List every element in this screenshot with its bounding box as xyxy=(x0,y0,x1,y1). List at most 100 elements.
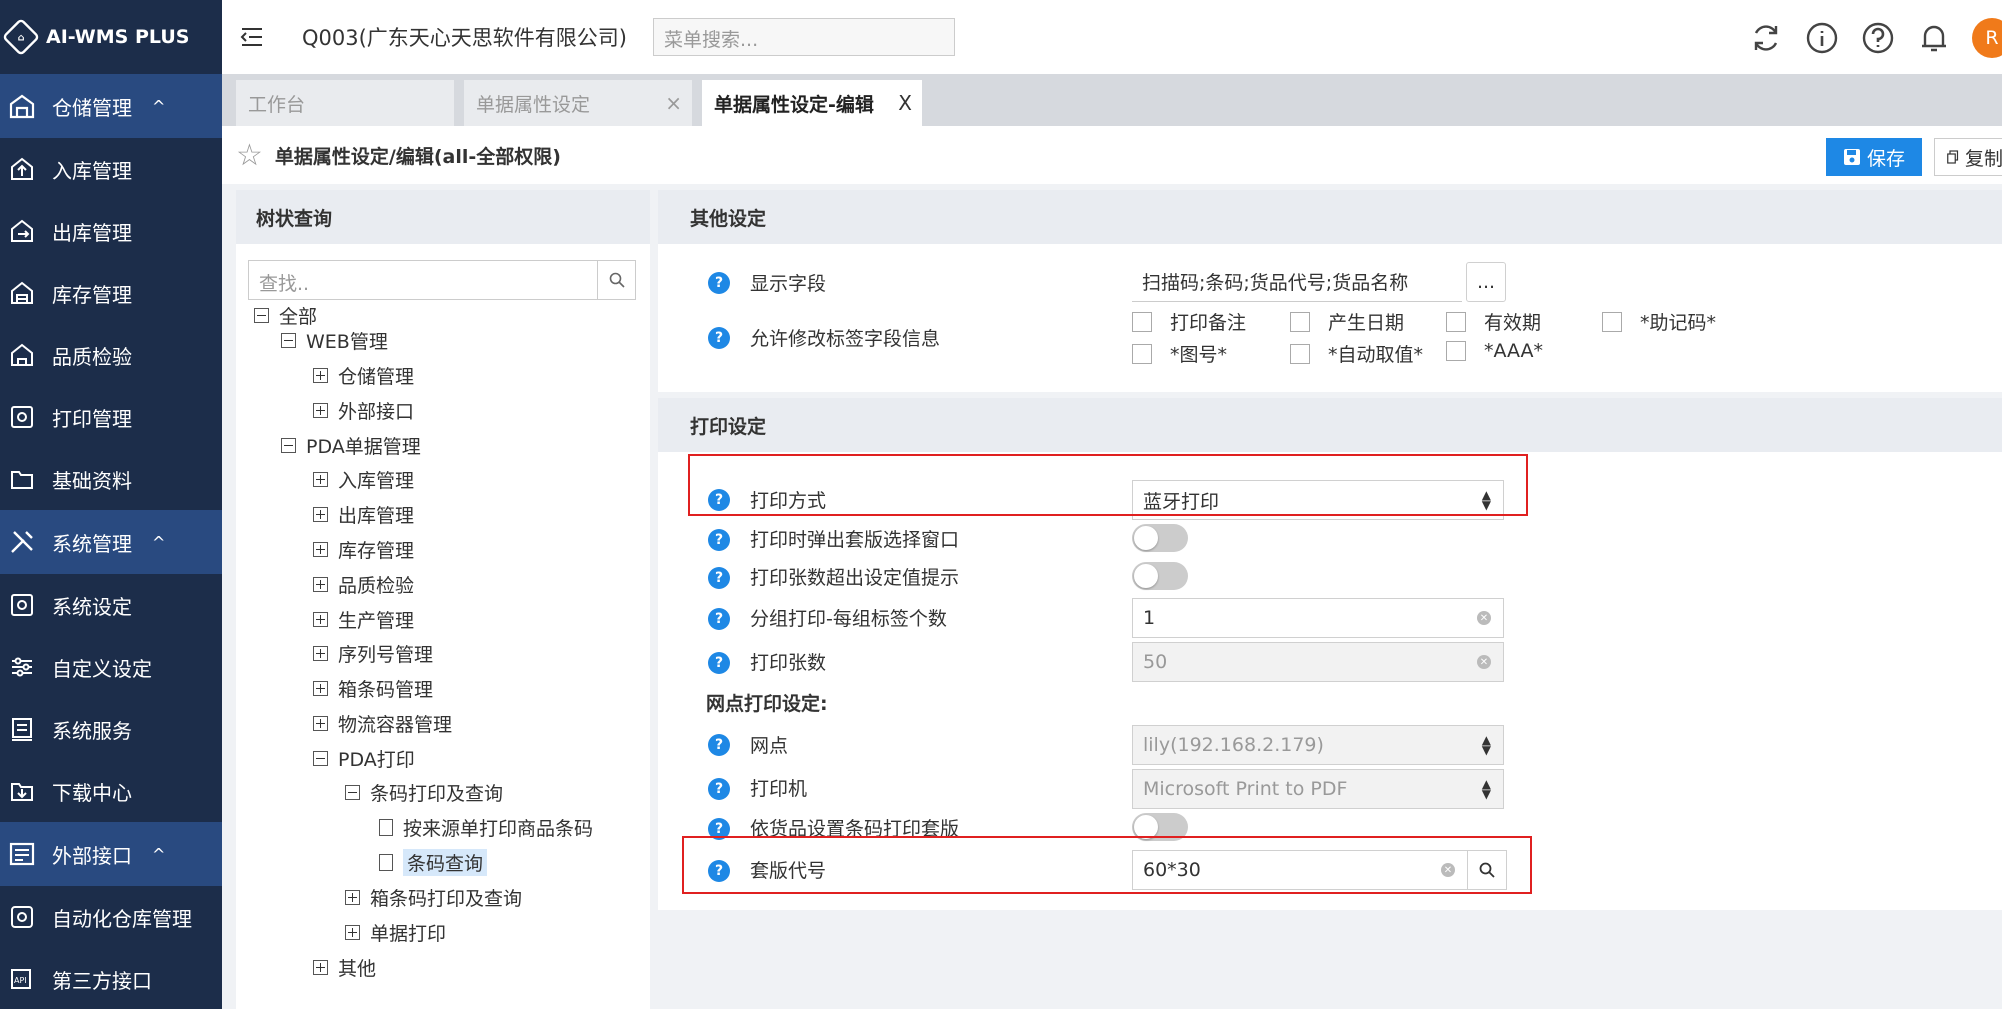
tree-node[interactable]: 物流容器管理 xyxy=(313,708,452,738)
tree-node-selected[interactable]: 条码查询 xyxy=(379,847,488,877)
expand-icon[interactable] xyxy=(313,715,328,731)
user-avatar[interactable]: R xyxy=(1972,18,2002,58)
display-fields-input[interactable]: 扫描码;条码;货品代号;货品名称 xyxy=(1132,262,1462,302)
tree-node[interactable]: 单据打印 xyxy=(345,917,446,947)
tree-search-placeholder[interactable]: 查找.. xyxy=(249,261,597,299)
tree-node[interactable]: 箱条码管理 xyxy=(313,673,433,703)
tab-doc-attr-settings[interactable]: 单据属性设定 × xyxy=(464,80,692,126)
expand-icon[interactable] xyxy=(313,611,328,627)
printer-select[interactable]: Microsoft Print to PDF ▲ ▼ xyxy=(1132,769,1504,809)
close-icon[interactable]: × xyxy=(665,91,682,115)
expand-icon[interactable] xyxy=(345,924,360,940)
menu-search-input[interactable]: 菜单搜索... xyxy=(653,18,955,56)
expand-icon[interactable] xyxy=(313,506,328,522)
checkbox-production-date[interactable]: 产生日期 xyxy=(1290,308,1404,335)
checkbox-aaa[interactable]: *AAA* xyxy=(1446,340,1543,362)
network-select[interactable]: lily(192.168.2.179) ▲ ▼ xyxy=(1132,725,1504,765)
tree-node[interactable]: 生产管理 xyxy=(313,604,414,634)
expand-icon[interactable] xyxy=(313,471,328,487)
sidebar-item-inbound[interactable]: 入库管理 xyxy=(0,138,222,200)
star-icon[interactable]: ☆ xyxy=(236,138,263,173)
sidebar-item-basic-data[interactable]: 基础资料 xyxy=(0,448,222,510)
checkbox-box[interactable] xyxy=(1602,311,1622,332)
collapse-icon[interactable] xyxy=(281,437,296,453)
save-button[interactable]: 保存 xyxy=(1826,138,1922,176)
help-icon[interactable]: ? xyxy=(708,608,730,630)
checkbox-box[interactable] xyxy=(1132,343,1152,364)
sidebar-item-quality[interactable]: 品质检验 xyxy=(0,324,222,386)
help-icon[interactable] xyxy=(1860,20,1896,56)
collapse-icon[interactable] xyxy=(313,750,328,766)
refresh-icon[interactable] xyxy=(1748,20,1784,56)
sidebar-item-custom-settings[interactable]: 自定义设定 xyxy=(0,636,222,698)
help-icon[interactable]: ? xyxy=(708,272,730,294)
expand-icon[interactable] xyxy=(345,889,360,905)
expand-icon[interactable] xyxy=(313,576,328,592)
tree-node[interactable]: PDA单据管理 xyxy=(281,430,421,460)
close-icon[interactable]: X xyxy=(898,91,912,115)
expand-icon[interactable] xyxy=(313,402,328,418)
tree-node[interactable]: 序列号管理 xyxy=(313,638,433,668)
tab-doc-attr-edit[interactable]: 单据属性设定-编辑 X xyxy=(702,80,922,126)
search-icon[interactable] xyxy=(597,261,635,299)
checkbox-box[interactable] xyxy=(1290,311,1310,332)
checkbox-auto-value[interactable]: *自动取值* xyxy=(1290,340,1423,367)
info-icon[interactable] xyxy=(1804,20,1840,56)
tree-node[interactable]: 箱条码打印及查询 xyxy=(345,882,522,912)
tree-node[interactable]: WEB管理 xyxy=(281,325,388,355)
checkbox-box[interactable] xyxy=(1290,343,1310,364)
group-count-input[interactable]: 1 ✕ xyxy=(1132,598,1504,638)
help-icon[interactable]: ? xyxy=(708,734,730,756)
help-icon[interactable]: ? xyxy=(708,529,730,551)
collapse-icon[interactable] xyxy=(345,784,360,800)
collapse-icon[interactable] xyxy=(254,307,269,323)
expand-icon[interactable] xyxy=(313,680,328,696)
expand-icon[interactable] xyxy=(313,367,328,383)
checkbox-box[interactable] xyxy=(1446,341,1466,361)
tree-node[interactable]: 仓储管理 xyxy=(313,360,414,390)
copy-button[interactable]: 复制 xyxy=(1934,138,2002,176)
expand-icon[interactable] xyxy=(313,959,328,975)
print-copies-input[interactable]: 50 ✕ xyxy=(1132,642,1504,682)
sidebar-item-auto-warehouse[interactable]: 自动化仓库管理 xyxy=(0,886,222,948)
tree-search-input[interactable]: 查找.. xyxy=(248,260,636,300)
sidebar-group-external[interactable]: 外部接口 ^ xyxy=(0,822,222,886)
tree-node[interactable]: 出库管理 xyxy=(313,499,414,529)
sidebar-group-warehouse[interactable]: 仓储管理 ^ xyxy=(0,74,222,138)
more-button[interactable]: ... xyxy=(1466,262,1506,302)
tree-node[interactable]: 入库管理 xyxy=(313,464,414,494)
exceed-prompt-toggle[interactable] xyxy=(1132,562,1188,590)
expand-icon[interactable] xyxy=(313,541,328,557)
checkbox-drawing-no[interactable]: *图号* xyxy=(1132,340,1227,367)
sidebar-group-system[interactable]: 系统管理 ^ xyxy=(0,510,222,574)
menu-fold-icon[interactable] xyxy=(222,26,282,48)
clear-icon[interactable]: ✕ xyxy=(1477,655,1491,669)
help-icon[interactable]: ? xyxy=(708,327,730,349)
collapse-icon[interactable] xyxy=(281,332,296,348)
tree-node[interactable]: 外部接口 xyxy=(313,395,414,425)
tree-node[interactable]: PDA打印 xyxy=(313,743,415,773)
expand-icon[interactable] xyxy=(313,645,328,661)
sidebar-item-print[interactable]: 打印管理 xyxy=(0,386,222,448)
tree-node[interactable]: 按来源单打印商品条码 xyxy=(379,812,593,842)
help-icon[interactable]: ? xyxy=(708,567,730,589)
tree-node[interactable]: 库存管理 xyxy=(313,534,414,564)
checkbox-expiry[interactable]: 有效期 xyxy=(1446,308,1541,335)
help-icon[interactable]: ? xyxy=(708,778,730,800)
sidebar-item-outbound[interactable]: 出库管理 xyxy=(0,200,222,262)
sidebar-item-third-party[interactable]: API 第三方接口 xyxy=(0,948,222,1009)
sidebar-item-system-service[interactable]: 系统服务 xyxy=(0,698,222,760)
sidebar-item-download-center[interactable]: 下载中心 xyxy=(0,760,222,822)
tree-node[interactable]: 条码打印及查询 xyxy=(345,777,503,807)
help-icon[interactable]: ? xyxy=(708,652,730,674)
checkbox-mnemonic[interactable]: *助记码* xyxy=(1602,308,1716,335)
popup-template-toggle[interactable] xyxy=(1132,524,1188,552)
tab-workbench[interactable]: 工作台 xyxy=(236,80,454,126)
tree-node[interactable]: 其他 xyxy=(313,952,376,982)
checkbox-print-remark[interactable]: 打印备注 xyxy=(1132,308,1246,335)
sidebar-item-inventory[interactable]: 库存管理 xyxy=(0,262,222,324)
bell-icon[interactable] xyxy=(1916,20,1952,56)
checkbox-box[interactable] xyxy=(1132,311,1152,332)
clear-icon[interactable]: ✕ xyxy=(1477,611,1491,625)
sidebar-item-system-settings[interactable]: 系统设定 xyxy=(0,574,222,636)
